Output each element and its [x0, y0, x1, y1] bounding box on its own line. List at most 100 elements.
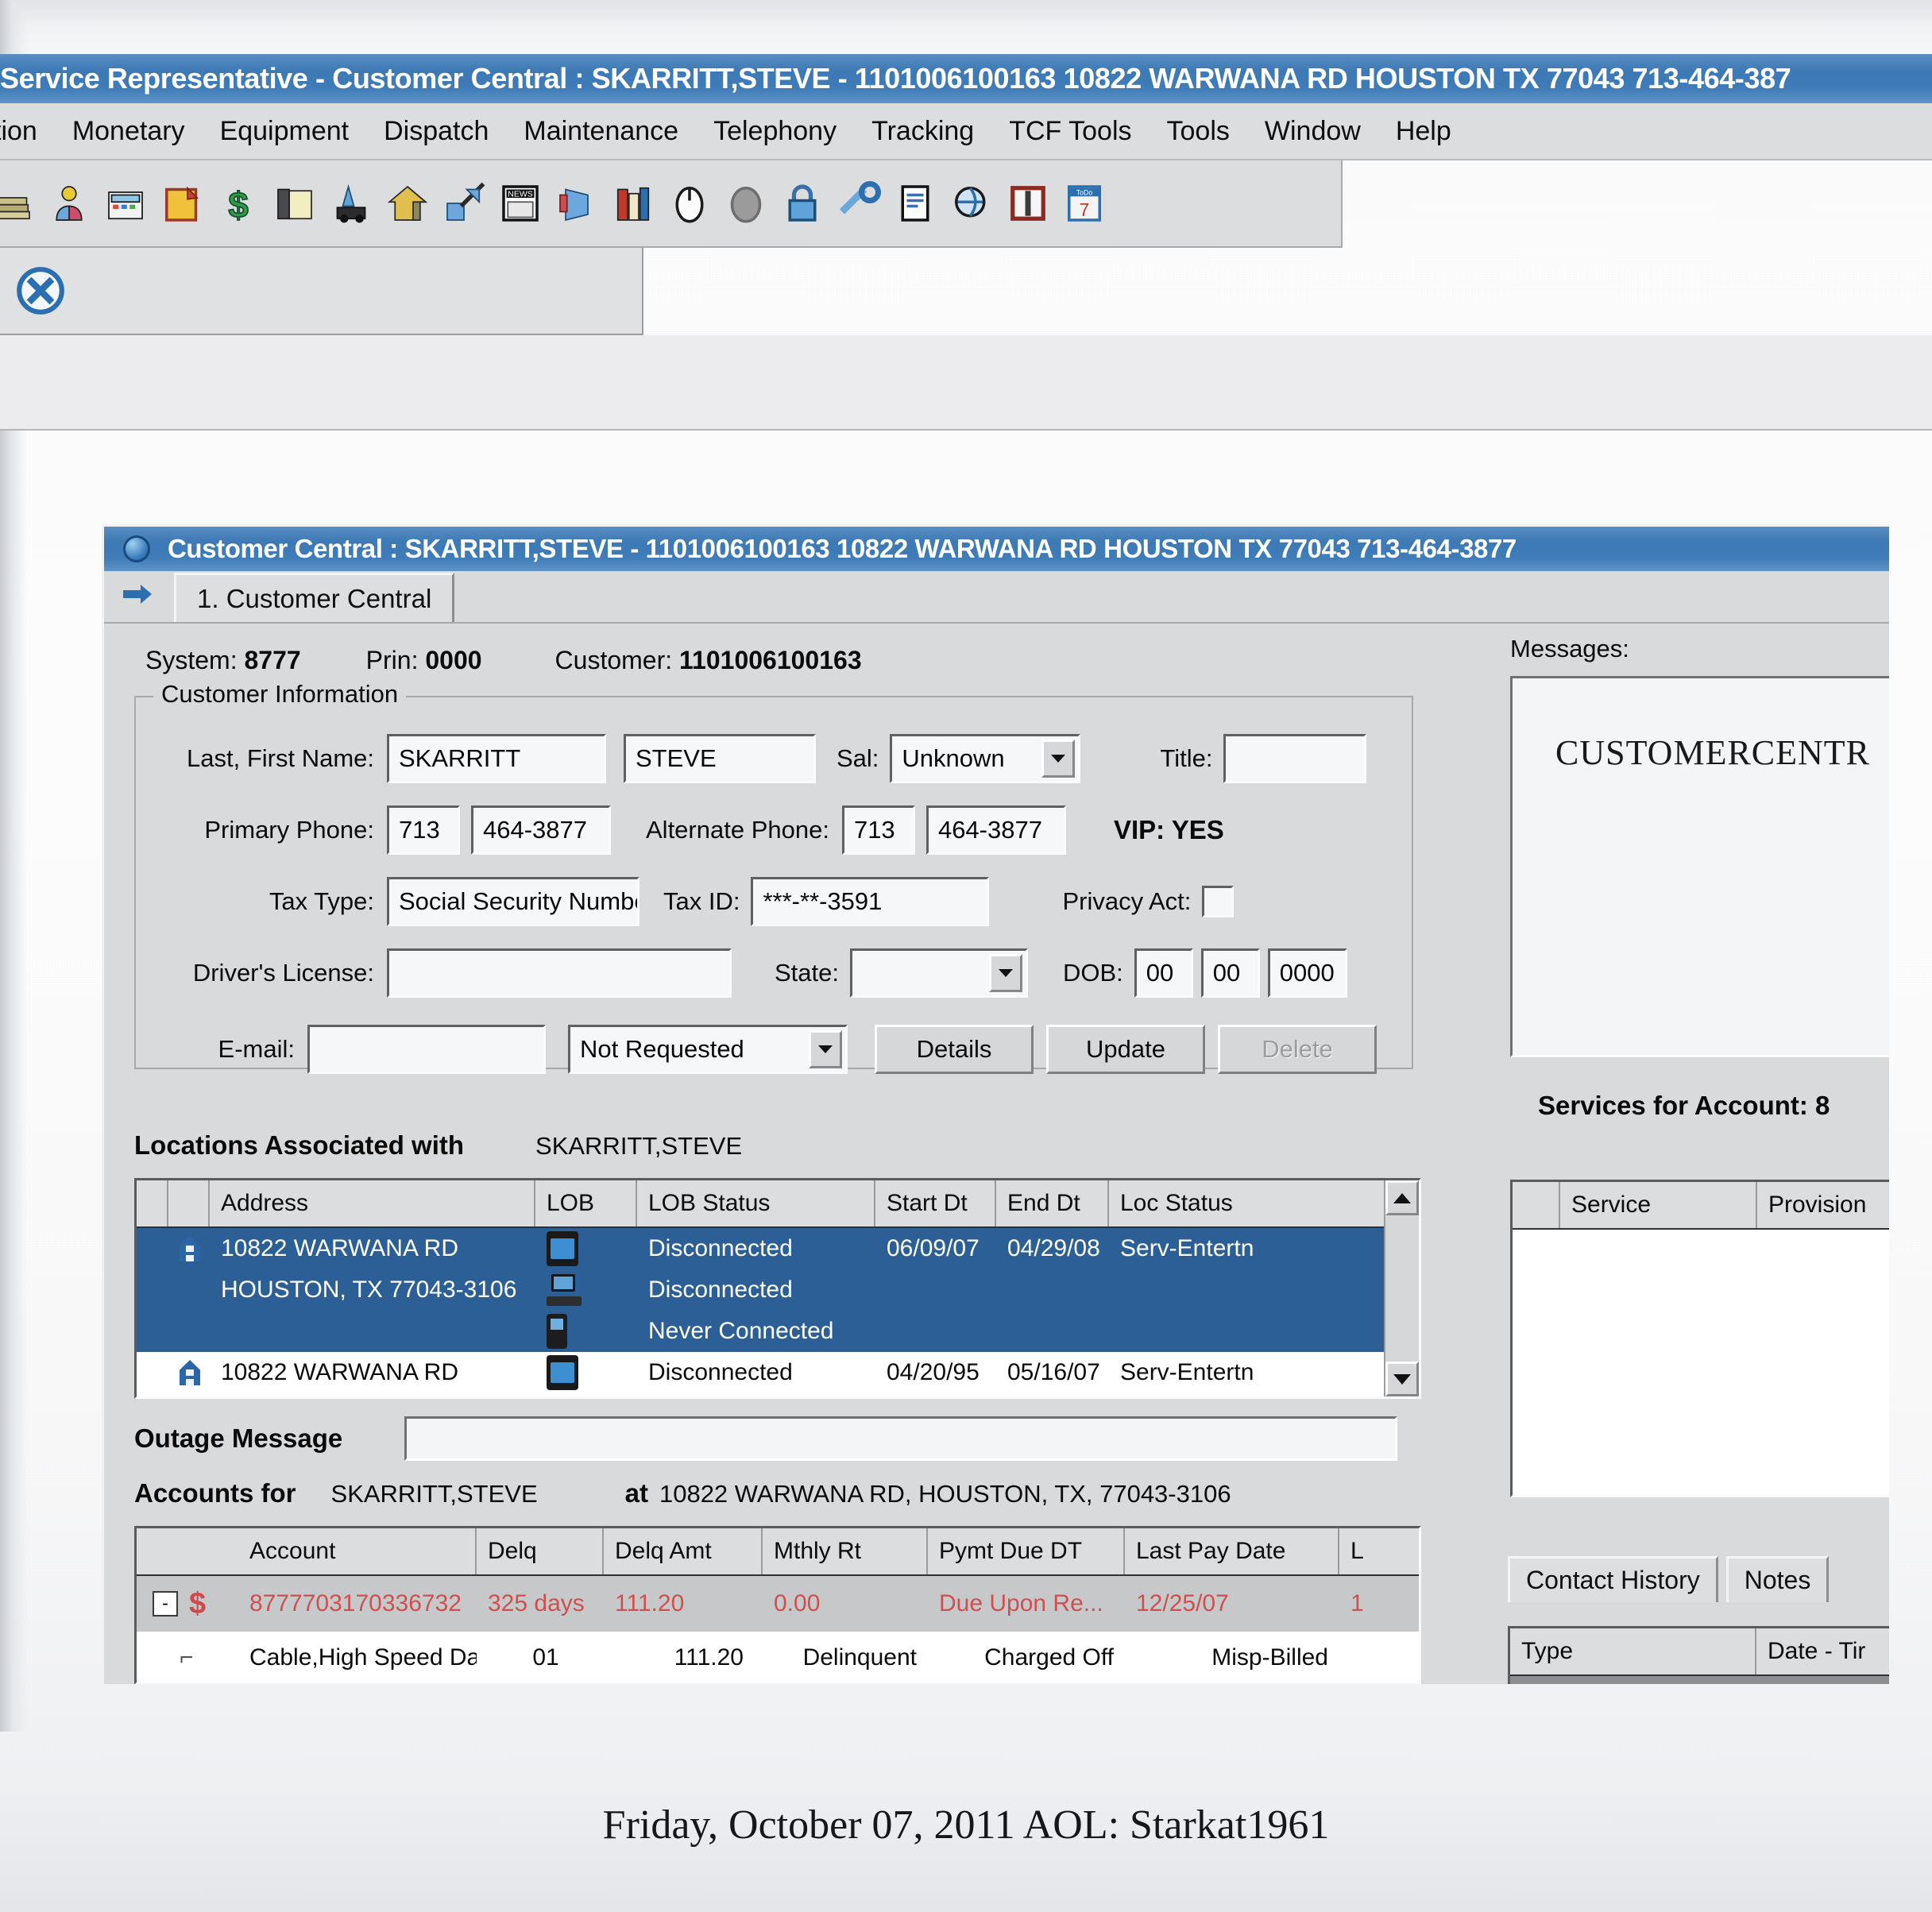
locations-col-address[interactable]: Address: [210, 1180, 535, 1226]
contact-history-row[interactable]: Backoffice 10/05/201: [1510, 1676, 1889, 1684]
menu-item-telephony[interactable]: Telephony: [713, 116, 837, 147]
identifier-row: System: 8777 Prin: 0000 Customer: 110100…: [104, 624, 1470, 675]
locations-col-loc-status[interactable]: Loc Status: [1109, 1180, 1309, 1226]
privacy-act-checkbox[interactable]: [1202, 886, 1235, 917]
tab-contact-history[interactable]: Contact History: [1508, 1556, 1718, 1602]
cash-register-icon[interactable]: [103, 181, 148, 226]
locations-row-group[interactable]: 10822 WARWANA RD Disconnected 04/20/95 0…: [137, 1352, 1419, 1396]
dollar-money-icon[interactable]: $: [216, 181, 261, 226]
outage-row: Outage Message: [134, 1416, 1397, 1461]
globe-search-icon[interactable]: [949, 181, 994, 226]
menu-item-tools[interactable]: Tools: [1167, 116, 1230, 147]
locations-col-lob-status[interactable]: LOB Status: [637, 1180, 875, 1226]
email-input[interactable]: [307, 1025, 546, 1074]
locations-row-line[interactable]: Never Connected: [137, 1311, 1419, 1352]
state-combobox[interactable]: [850, 948, 1028, 998]
accounts-cell-mthly-rt: Delinquent: [802, 1644, 917, 1671]
accounts-row-child[interactable]: ⌐ Cable,High Speed Data 01 111.20 Delinq…: [137, 1632, 1419, 1682]
locations-col-spacer1: [137, 1180, 168, 1226]
stack-of-books-icon[interactable]: [0, 181, 35, 226]
tax-id-input[interactable]: ***-**-3591: [751, 877, 990, 926]
contact-col-type[interactable]: Type: [1510, 1628, 1756, 1674]
primary-phone-area-input[interactable]: 713: [387, 805, 460, 855]
dob-year-input[interactable]: 0000: [1267, 948, 1347, 998]
menu-item-tcf-tools[interactable]: TCF Tools: [1009, 116, 1131, 147]
sal-combobox[interactable]: Unknown: [890, 734, 1081, 783]
delete-button[interactable]: Delete: [1218, 1025, 1377, 1074]
sal-combobox-arrow[interactable]: [1041, 740, 1076, 778]
house-icon[interactable]: [385, 181, 430, 226]
news-icon[interactable]: NEWS: [498, 181, 543, 226]
menu-item-dispatch[interactable]: Dispatch: [384, 116, 489, 147]
locations-scroll-down-button[interactable]: [1385, 1362, 1419, 1396]
tab-notes[interactable]: Notes: [1725, 1556, 1830, 1602]
locations-grid-scrollbar[interactable]: [1384, 1180, 1419, 1396]
locations-col-start-dt[interactable]: Start Dt: [875, 1180, 996, 1226]
dob-month-input[interactable]: 00: [1134, 948, 1193, 998]
tax-type-combobox[interactable]: Social Security Number: [387, 877, 639, 926]
update-button[interactable]: Update: [1046, 1025, 1205, 1074]
reports-icon[interactable]: [611, 181, 655, 226]
accounts-cell-last-pay-date: Misp-Billed: [1211, 1644, 1328, 1671]
accounts-col-delq-amt[interactable]: Delq Amt: [604, 1528, 763, 1574]
accounts-cell-account: 8777703170336732: [249, 1590, 462, 1617]
disconnect-icon[interactable]: [442, 181, 486, 226]
contact-col-date-time[interactable]: Date - Tir: [1756, 1628, 1889, 1674]
services-col-provision[interactable]: Provision: [1757, 1182, 1889, 1228]
application-menubar: tion Monetary Equipment Dispatch Mainten…: [0, 103, 1932, 160]
alternate-phone-area-input[interactable]: 713: [841, 805, 915, 855]
locations-row-line[interactable]: 10822 WARWANA RD Disconnected 04/20/95 0…: [137, 1352, 1419, 1393]
work-order-icon[interactable]: [272, 181, 317, 226]
campaign-icon[interactable]: [554, 181, 599, 226]
locations-row-line[interactable]: HOUSTON, TX 77043-3106 Disconnected: [137, 1269, 1419, 1311]
locations-col-end-dt[interactable]: End Dt: [996, 1180, 1109, 1226]
accounts-col-mthly-rt[interactable]: Mthly Rt: [763, 1528, 928, 1574]
menu-item-monetary[interactable]: Monetary: [72, 116, 185, 147]
menu-item-maintenance[interactable]: Maintenance: [524, 116, 678, 147]
todo-icon[interactable]: ToDo 7: [1062, 181, 1107, 226]
menu-item-equipment[interactable]: Equipment: [220, 116, 350, 147]
padlock-icon[interactable]: [780, 181, 825, 226]
grey-blob-icon[interactable]: [724, 181, 768, 226]
locations-row-line[interactable]: HOUSTON, TX 77043-3106 Disconnected: [137, 1393, 1419, 1396]
state-combobox-arrow[interactable]: [989, 954, 1022, 992]
accounts-expander-toggle[interactable]: -: [153, 1591, 178, 1617]
tab-customer-central[interactable]: 1. Customer Central: [174, 573, 455, 622]
last-name-input[interactable]: SKARRITT: [387, 734, 606, 783]
locations-row-group-selected[interactable]: 10822 WARWANA RD Disconnected 06/09/07 0…: [137, 1228, 1419, 1352]
alternate-phone-number-input[interactable]: 464-3877: [925, 805, 1066, 855]
email-status-combobox-arrow[interactable]: [809, 1030, 842, 1068]
dob-day-input[interactable]: 00: [1200, 948, 1260, 998]
accounts-row-parent[interactable]: - $ 8777703170336732 325 days 111.20 0.0…: [137, 1576, 1419, 1632]
services-col-service[interactable]: Service: [1560, 1182, 1757, 1228]
messages-box[interactable]: CUSTOMERCENTR: [1510, 676, 1889, 1057]
menu-item-help[interactable]: Help: [1396, 116, 1451, 147]
locations-col-lob[interactable]: LOB: [535, 1180, 637, 1226]
svg-text:7: 7: [1080, 199, 1090, 220]
blue-x-cancel-icon[interactable]: [14, 265, 67, 317]
envelope-document-icon[interactable]: [893, 181, 937, 226]
email-status-combobox[interactable]: Not Requested: [568, 1025, 848, 1074]
note-pad-icon[interactable]: [160, 181, 204, 226]
customers-icon[interactable]: [47, 181, 91, 226]
primary-phone-number-input[interactable]: 464-3877: [471, 805, 611, 855]
wrench-icon[interactable]: [837, 181, 881, 226]
title-input[interactable]: [1223, 734, 1367, 783]
split-view-icon[interactable]: [1006, 181, 1050, 226]
accounts-col-last[interactable]: L: [1339, 1528, 1419, 1574]
locations-row-line[interactable]: 10822 WARWANA RD Disconnected 06/09/07 0…: [137, 1228, 1419, 1269]
menu-item-tion[interactable]: tion: [0, 116, 37, 147]
outage-message-field[interactable]: [404, 1416, 1397, 1461]
mouse-icon[interactable]: [667, 181, 712, 226]
accounts-col-account[interactable]: Account: [238, 1528, 477, 1574]
menu-item-window[interactable]: Window: [1265, 116, 1361, 147]
locations-scroll-up-button[interactable]: [1385, 1180, 1419, 1215]
accounts-col-delq[interactable]: Delq: [477, 1528, 604, 1574]
accounts-col-last-pay-date[interactable]: Last Pay Date: [1125, 1528, 1339, 1574]
accounts-col-pymt-due-dt[interactable]: Pymt Due DT: [928, 1528, 1125, 1574]
menu-item-tracking[interactable]: Tracking: [871, 116, 974, 147]
details-button[interactable]: Details: [875, 1025, 1034, 1074]
drivers-license-input[interactable]: [387, 948, 732, 998]
installer-truck-icon[interactable]: [329, 181, 373, 226]
first-name-input[interactable]: STEVE: [624, 734, 816, 783]
